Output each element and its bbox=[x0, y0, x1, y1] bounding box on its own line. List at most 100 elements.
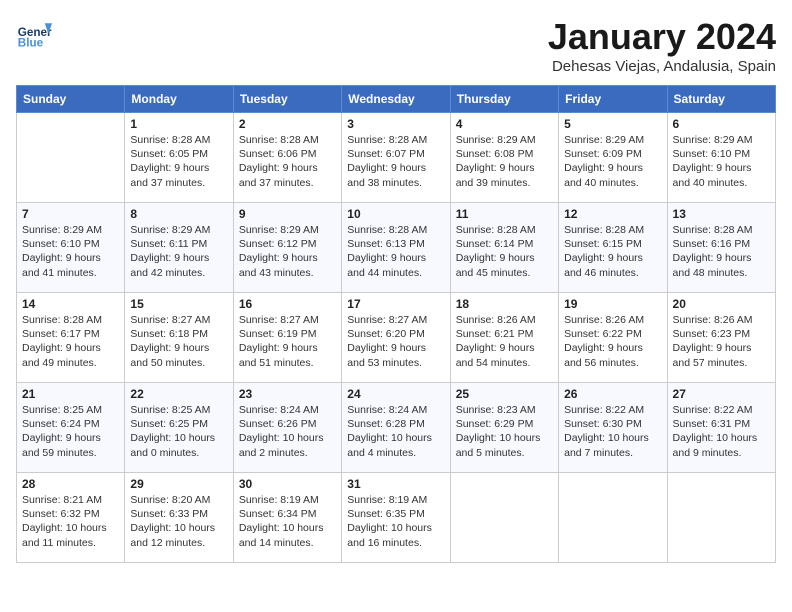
day-info: Sunrise: 8:29 AM Sunset: 6:12 PM Dayligh… bbox=[239, 223, 336, 280]
day-number: 27 bbox=[673, 387, 770, 401]
day-number: 20 bbox=[673, 297, 770, 311]
day-info: Sunrise: 8:27 AM Sunset: 6:20 PM Dayligh… bbox=[347, 313, 444, 370]
day-info: Sunrise: 8:26 AM Sunset: 6:21 PM Dayligh… bbox=[456, 313, 553, 370]
day-number: 9 bbox=[239, 207, 336, 221]
calendar-cell: 28 Sunrise: 8:21 AM Sunset: 6:32 PM Dayli… bbox=[17, 473, 125, 563]
day-info: Sunrise: 8:28 AM Sunset: 6:14 PM Dayligh… bbox=[456, 223, 553, 280]
day-info: Sunrise: 8:23 AM Sunset: 6:29 PM Dayligh… bbox=[456, 403, 553, 460]
calendar-week-3: 14 Sunrise: 8:28 AM Sunset: 6:17 PM Dayli… bbox=[17, 293, 776, 383]
calendar-week-5: 28 Sunrise: 8:21 AM Sunset: 6:32 PM Dayli… bbox=[17, 473, 776, 563]
calendar-cell: 31 Sunrise: 8:19 AM Sunset: 6:35 PM Dayli… bbox=[342, 473, 450, 563]
month-title: January 2024 bbox=[548, 16, 776, 58]
weekday-header-wednesday: Wednesday bbox=[342, 86, 450, 113]
calendar-cell: 22 Sunrise: 8:25 AM Sunset: 6:25 PM Dayli… bbox=[125, 383, 233, 473]
calendar-cell: 14 Sunrise: 8:28 AM Sunset: 6:17 PM Dayli… bbox=[17, 293, 125, 383]
calendar-cell: 26Sunrise: 8:22 AM Sunset: 6:30 PM Dayli… bbox=[559, 383, 667, 473]
svg-text:Blue: Blue bbox=[18, 37, 44, 50]
day-info: Sunrise: 8:24 AM Sunset: 6:26 PM Dayligh… bbox=[239, 403, 336, 460]
day-number: 29 bbox=[130, 477, 227, 491]
calendar-cell: 19Sunrise: 8:26 AM Sunset: 6:22 PM Dayli… bbox=[559, 293, 667, 383]
logo: General Blue bbox=[16, 16, 52, 52]
day-info: Sunrise: 8:28 AM Sunset: 6:15 PM Dayligh… bbox=[564, 223, 661, 280]
calendar-cell bbox=[17, 113, 125, 203]
day-number: 31 bbox=[347, 477, 444, 491]
calendar-cell: 27 Sunrise: 8:22 AM Sunset: 6:31 PM Dayli… bbox=[667, 383, 775, 473]
calendar-cell bbox=[559, 473, 667, 563]
day-number: 10 bbox=[347, 207, 444, 221]
calendar-cell: 16Sunrise: 8:27 AM Sunset: 6:19 PM Dayli… bbox=[233, 293, 341, 383]
calendar-week-4: 21 Sunrise: 8:25 AM Sunset: 6:24 PM Dayli… bbox=[17, 383, 776, 473]
calendar-cell bbox=[450, 473, 558, 563]
calendar-cell bbox=[667, 473, 775, 563]
calendar-cell: 25 Sunrise: 8:23 AM Sunset: 6:29 PM Dayli… bbox=[450, 383, 558, 473]
calendar-cell: 21 Sunrise: 8:25 AM Sunset: 6:24 PM Dayli… bbox=[17, 383, 125, 473]
calendar-cell: 24 Sunrise: 8:24 AM Sunset: 6:28 PM Dayli… bbox=[342, 383, 450, 473]
day-info: Sunrise: 8:28 AM Sunset: 6:06 PM Dayligh… bbox=[239, 133, 336, 190]
calendar-cell: 11 Sunrise: 8:28 AM Sunset: 6:14 PM Dayli… bbox=[450, 203, 558, 293]
day-number: 28 bbox=[22, 477, 119, 491]
day-info: Sunrise: 8:29 AM Sunset: 6:11 PM Dayligh… bbox=[130, 223, 227, 280]
day-info: Sunrise: 8:21 AM Sunset: 6:32 PM Dayligh… bbox=[22, 493, 119, 550]
day-number: 7 bbox=[22, 207, 119, 221]
calendar-cell: 2 Sunrise: 8:28 AM Sunset: 6:06 PM Daylig… bbox=[233, 113, 341, 203]
day-number: 17 bbox=[347, 297, 444, 311]
day-info: Sunrise: 8:19 AM Sunset: 6:35 PM Dayligh… bbox=[347, 493, 444, 550]
day-number: 25 bbox=[456, 387, 553, 401]
day-info: Sunrise: 8:29 AM Sunset: 6:09 PM Dayligh… bbox=[564, 133, 661, 190]
day-info: Sunrise: 8:27 AM Sunset: 6:19 PM Dayligh… bbox=[239, 313, 336, 370]
day-number: 21 bbox=[22, 387, 119, 401]
day-number: 22 bbox=[130, 387, 227, 401]
calendar-cell: 6 Sunrise: 8:29 AM Sunset: 6:10 PM Daylig… bbox=[667, 113, 775, 203]
calendar-cell: 10 Sunrise: 8:28 AM Sunset: 6:13 PM Dayli… bbox=[342, 203, 450, 293]
day-number: 26 bbox=[564, 387, 661, 401]
day-number: 24 bbox=[347, 387, 444, 401]
weekday-header-thursday: Thursday bbox=[450, 86, 558, 113]
day-number: 14 bbox=[22, 297, 119, 311]
calendar-cell: 17 Sunrise: 8:27 AM Sunset: 6:20 PM Dayli… bbox=[342, 293, 450, 383]
day-number: 18 bbox=[456, 297, 553, 311]
location-title: Dehesas Viejas, Andalusia, Spain bbox=[548, 58, 776, 75]
calendar-week-1: 1Sunrise: 8:28 AM Sunset: 6:05 PM Daylig… bbox=[17, 113, 776, 203]
logo-icon: General Blue bbox=[16, 16, 52, 52]
day-info: Sunrise: 8:28 AM Sunset: 6:13 PM Dayligh… bbox=[347, 223, 444, 280]
calendar-cell: 5 Sunrise: 8:29 AM Sunset: 6:09 PM Daylig… bbox=[559, 113, 667, 203]
calendar-cell: 7 Sunrise: 8:29 AM Sunset: 6:10 PM Daylig… bbox=[17, 203, 125, 293]
day-info: Sunrise: 8:25 AM Sunset: 6:24 PM Dayligh… bbox=[22, 403, 119, 460]
day-info: Sunrise: 8:26 AM Sunset: 6:23 PM Dayligh… bbox=[673, 313, 770, 370]
title-area: January 2024 Dehesas Viejas, Andalusia, … bbox=[548, 16, 776, 75]
day-info: Sunrise: 8:28 AM Sunset: 6:16 PM Dayligh… bbox=[673, 223, 770, 280]
day-info: Sunrise: 8:24 AM Sunset: 6:28 PM Dayligh… bbox=[347, 403, 444, 460]
weekday-header-sunday: Sunday bbox=[17, 86, 125, 113]
calendar-cell: 29 Sunrise: 8:20 AM Sunset: 6:33 PM Dayli… bbox=[125, 473, 233, 563]
day-number: 2 bbox=[239, 117, 336, 131]
day-number: 19 bbox=[564, 297, 661, 311]
day-info: Sunrise: 8:29 AM Sunset: 6:10 PM Dayligh… bbox=[673, 133, 770, 190]
weekday-header-monday: Monday bbox=[125, 86, 233, 113]
day-number: 11 bbox=[456, 207, 553, 221]
calendar-cell: 3Sunrise: 8:28 AM Sunset: 6:07 PM Daylig… bbox=[342, 113, 450, 203]
day-number: 6 bbox=[673, 117, 770, 131]
day-info: Sunrise: 8:27 AM Sunset: 6:18 PM Dayligh… bbox=[130, 313, 227, 370]
day-number: 30 bbox=[239, 477, 336, 491]
calendar-cell: 30 Sunrise: 8:19 AM Sunset: 6:34 PM Dayli… bbox=[233, 473, 341, 563]
calendar-cell: 23Sunrise: 8:24 AM Sunset: 6:26 PM Dayli… bbox=[233, 383, 341, 473]
weekday-header-row: SundayMondayTuesdayWednesdayThursdayFrid… bbox=[17, 86, 776, 113]
day-info: Sunrise: 8:29 AM Sunset: 6:08 PM Dayligh… bbox=[456, 133, 553, 190]
weekday-header-friday: Friday bbox=[559, 86, 667, 113]
day-info: Sunrise: 8:19 AM Sunset: 6:34 PM Dayligh… bbox=[239, 493, 336, 550]
day-info: Sunrise: 8:25 AM Sunset: 6:25 PM Dayligh… bbox=[130, 403, 227, 460]
day-info: Sunrise: 8:29 AM Sunset: 6:10 PM Dayligh… bbox=[22, 223, 119, 280]
day-info: Sunrise: 8:22 AM Sunset: 6:31 PM Dayligh… bbox=[673, 403, 770, 460]
weekday-header-saturday: Saturday bbox=[667, 86, 775, 113]
calendar-cell: 8 Sunrise: 8:29 AM Sunset: 6:11 PM Daylig… bbox=[125, 203, 233, 293]
calendar-cell: 18 Sunrise: 8:26 AM Sunset: 6:21 PM Dayli… bbox=[450, 293, 558, 383]
calendar-week-2: 7 Sunrise: 8:29 AM Sunset: 6:10 PM Daylig… bbox=[17, 203, 776, 293]
calendar-cell: 12Sunrise: 8:28 AM Sunset: 6:15 PM Dayli… bbox=[559, 203, 667, 293]
calendar-cell: 20 Sunrise: 8:26 AM Sunset: 6:23 PM Dayli… bbox=[667, 293, 775, 383]
day-info: Sunrise: 8:20 AM Sunset: 6:33 PM Dayligh… bbox=[130, 493, 227, 550]
calendar-cell: 15Sunrise: 8:27 AM Sunset: 6:18 PM Dayli… bbox=[125, 293, 233, 383]
day-number: 5 bbox=[564, 117, 661, 131]
day-number: 8 bbox=[130, 207, 227, 221]
calendar-cell: 13Sunrise: 8:28 AM Sunset: 6:16 PM Dayli… bbox=[667, 203, 775, 293]
day-info: Sunrise: 8:28 AM Sunset: 6:17 PM Dayligh… bbox=[22, 313, 119, 370]
